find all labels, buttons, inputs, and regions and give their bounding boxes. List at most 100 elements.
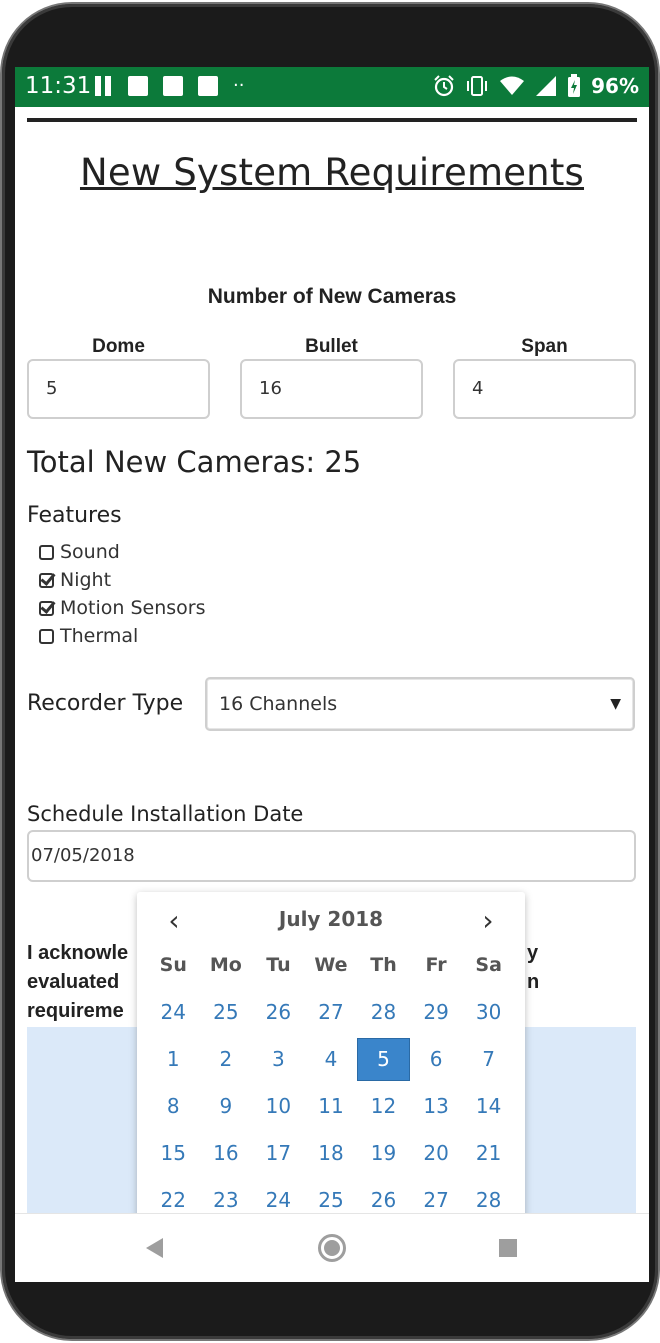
day-cell[interactable]: 25 xyxy=(200,989,253,1036)
system-icons: 96% xyxy=(433,74,639,98)
day-cell[interactable]: 2 xyxy=(200,1036,253,1083)
day-cell[interactable]: 3 xyxy=(252,1036,305,1083)
span-label: Span xyxy=(521,336,568,357)
week-row: 15 16 17 18 19 20 21 xyxy=(147,1130,515,1177)
sound-checkbox[interactable] xyxy=(39,544,54,560)
weekday-label: Th xyxy=(370,954,397,976)
recent-apps-icon[interactable] xyxy=(499,1239,517,1257)
schedule-installation-label: Schedule Installation Date xyxy=(27,802,304,826)
cameras-heading: Number of New Cameras xyxy=(207,285,457,308)
ack-line: requireme xyxy=(27,1000,124,1022)
dome-label: Dome xyxy=(92,336,145,357)
day-cell[interactable]: 10 xyxy=(252,1083,305,1130)
weekday-header-row: Su Mo Tu We Th Fr Sa xyxy=(147,942,515,989)
features-heading: Features xyxy=(27,503,122,528)
image-icon xyxy=(128,76,148,96)
pause-icon xyxy=(93,76,113,96)
feature-label: Thermal xyxy=(60,625,139,647)
wifi-icon xyxy=(500,76,525,95)
feature-label: Motion Sensors xyxy=(60,597,206,619)
ack-line-right: n xyxy=(527,971,540,993)
feature-label: Night xyxy=(60,569,112,591)
feature-label: Sound xyxy=(60,541,120,563)
day-cell[interactable]: 21 xyxy=(462,1130,515,1177)
ack-line-right: y xyxy=(527,942,539,964)
ack-line: evaluated xyxy=(27,971,120,993)
day-cell[interactable]: 7 xyxy=(462,1036,515,1083)
datepicker-month[interactable]: July 2018 xyxy=(137,907,525,931)
day-cell[interactable]: 17 xyxy=(252,1130,305,1177)
dropdown-arrow-icon: ▼ xyxy=(610,696,621,712)
weekday-label: Tu xyxy=(266,954,291,976)
total-cameras: Total New Cameras: 25 xyxy=(27,445,362,479)
battery-icon xyxy=(568,74,581,97)
week-row: 8 9 10 11 12 13 14 xyxy=(147,1083,515,1130)
day-cell[interactable]: 16 xyxy=(200,1130,253,1177)
day-cell[interactable]: 18 xyxy=(305,1130,358,1177)
vibrate-icon xyxy=(467,76,488,96)
feature-night[interactable]: Night xyxy=(39,569,111,591)
motion-sensors-checkbox[interactable] xyxy=(39,600,54,616)
ack-line: I acknowle xyxy=(27,942,129,964)
feature-motion-sensors[interactable]: Motion Sensors xyxy=(39,597,205,619)
weekday-label: Su xyxy=(159,954,187,976)
weekday-label: Mo xyxy=(209,954,242,976)
navigation-bar xyxy=(15,1213,649,1282)
week-row: 1 2 3 4 5 6 7 xyxy=(147,1036,515,1083)
span-input[interactable]: 4 xyxy=(453,359,636,419)
recorder-type-label: Recorder Type xyxy=(27,691,184,716)
day-cell[interactable]: 19 xyxy=(357,1130,410,1177)
day-cell[interactable]: 8 xyxy=(147,1083,200,1130)
battery-percent: 96% xyxy=(591,74,639,98)
day-cell[interactable]: 9 xyxy=(200,1083,253,1130)
top-divider xyxy=(27,118,637,122)
next-month-button[interactable]: › xyxy=(473,904,503,937)
day-cell[interactable]: 28 xyxy=(357,989,410,1036)
feature-sound[interactable]: Sound xyxy=(39,541,120,563)
notification-icons: ·· xyxy=(93,76,244,96)
feature-thermal[interactable]: Thermal xyxy=(39,625,138,647)
home-icon[interactable] xyxy=(318,1234,346,1262)
day-cell[interactable]: 26 xyxy=(252,989,305,1036)
status-time: 11:31 xyxy=(25,73,92,99)
day-cell[interactable]: 29 xyxy=(410,989,463,1036)
page-content[interactable]: New System Requirements Number of New Ca… xyxy=(15,107,649,1227)
alarm-icon xyxy=(434,75,454,97)
weekday-label: We xyxy=(314,954,348,976)
day-cell[interactable]: 30 xyxy=(462,989,515,1036)
document-icon xyxy=(198,76,218,96)
selected-day-cell[interactable]: 5 xyxy=(357,1038,410,1081)
day-cell[interactable]: 14 xyxy=(462,1083,515,1130)
status-bar: 11:31 ·· 96% xyxy=(15,67,649,107)
installation-date-input[interactable]: 07/05/2018 xyxy=(27,830,636,882)
recorder-selected-value: 16 Channels xyxy=(219,693,338,715)
datepicker: ‹ July 2018 › Su Mo Tu We Th Fr Sa 24 25… xyxy=(137,892,525,1222)
day-cell[interactable]: 6 xyxy=(410,1036,463,1083)
thermal-checkbox[interactable] xyxy=(39,628,54,644)
back-icon[interactable] xyxy=(146,1238,163,1258)
dome-input[interactable]: 5 xyxy=(27,359,210,419)
day-cell[interactable]: 12 xyxy=(357,1083,410,1130)
recorder-type-select[interactable]: 16 Channels ▼ xyxy=(205,677,635,731)
screen: 11:31 ·· 96% New System Requirements Num… xyxy=(15,67,649,1282)
night-checkbox[interactable] xyxy=(39,572,54,588)
phone-frame: 11:31 ·· 96% New System Requirements Num… xyxy=(2,4,658,1339)
bullet-input[interactable]: 16 xyxy=(240,359,423,419)
bullet-label: Bullet xyxy=(305,336,358,357)
datepicker-grid: Su Mo Tu We Th Fr Sa 24 25 26 27 28 29 3… xyxy=(147,942,515,1224)
week-row: 24 25 26 27 28 29 30 xyxy=(147,989,515,1036)
signal-icon xyxy=(536,76,557,96)
day-cell[interactable]: 27 xyxy=(305,989,358,1036)
gmail-icon xyxy=(163,76,183,96)
weekday-label: Sa xyxy=(475,954,502,976)
day-cell[interactable]: 1 xyxy=(147,1036,200,1083)
day-cell[interactable]: 13 xyxy=(410,1083,463,1130)
day-cell[interactable]: 20 xyxy=(410,1130,463,1177)
day-cell[interactable]: 11 xyxy=(305,1083,358,1130)
more-notifications-icon: ·· xyxy=(233,75,245,96)
page-title: New System Requirements xyxy=(79,151,585,194)
weekday-label: Fr xyxy=(425,954,447,976)
day-cell[interactable]: 4 xyxy=(305,1036,358,1083)
day-cell[interactable]: 15 xyxy=(147,1130,200,1177)
day-cell[interactable]: 24 xyxy=(147,989,200,1036)
